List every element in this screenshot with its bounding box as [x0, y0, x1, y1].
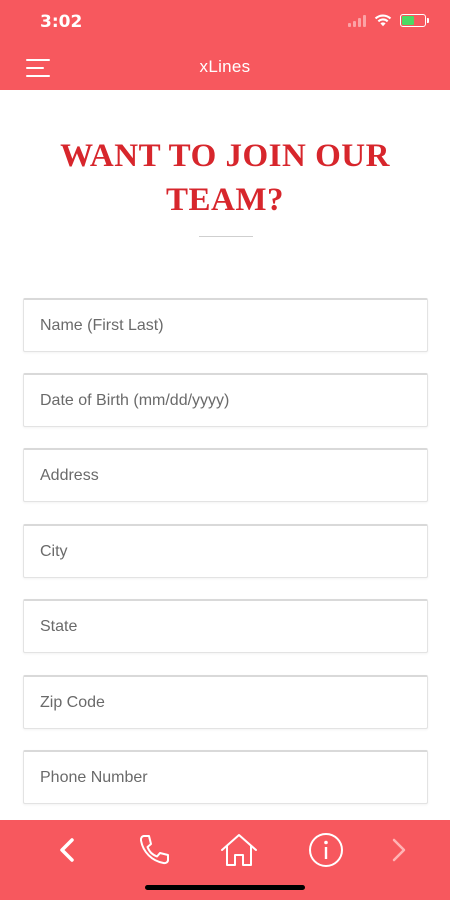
info-icon[interactable]: [304, 828, 348, 872]
app-title: xLines: [199, 57, 251, 76]
state-field[interactable]: [24, 601, 427, 652]
name-field[interactable]: [24, 300, 427, 351]
join-form-page: WANT TO JOIN OUR TEAM?: [0, 90, 450, 820]
heading-line-2: TEAM?: [166, 182, 284, 218]
city-field[interactable]: [24, 526, 427, 577]
home-indicator: [145, 885, 305, 890]
zip-code-field-wrapper: [23, 675, 428, 729]
battery-icon: [400, 14, 429, 27]
heading-line-1: WANT TO JOIN OUR: [60, 138, 390, 174]
wifi-icon: [374, 14, 392, 27]
state-field-wrapper: [23, 599, 428, 653]
heading-divider: [199, 236, 253, 237]
status-bar: 3:02: [0, 0, 450, 44]
date-of-birth-field[interactable]: [24, 375, 427, 426]
battery-level-fill: [402, 16, 414, 25]
back-icon[interactable]: [45, 828, 89, 872]
address-field[interactable]: [24, 450, 427, 501]
status-time: 3:02: [40, 12, 83, 32]
zip-code-field[interactable]: [24, 677, 427, 728]
phone-icon[interactable]: [130, 828, 174, 872]
forward-icon[interactable]: [377, 828, 421, 872]
phone-number-field[interactable]: [24, 752, 427, 803]
city-field-wrapper: [23, 524, 428, 578]
status-icons: [348, 14, 429, 27]
home-icon[interactable]: [217, 828, 261, 872]
address-field-wrapper: [23, 448, 428, 502]
signal-icon: [348, 14, 366, 27]
phone-number-field-wrapper: [23, 750, 428, 804]
name-field-wrapper: [23, 298, 428, 352]
date-of-birth-field-wrapper: [23, 373, 428, 427]
page-heading: WANT TO JOIN OUR TEAM?: [0, 134, 450, 222]
app-header: xLines: [0, 44, 450, 90]
